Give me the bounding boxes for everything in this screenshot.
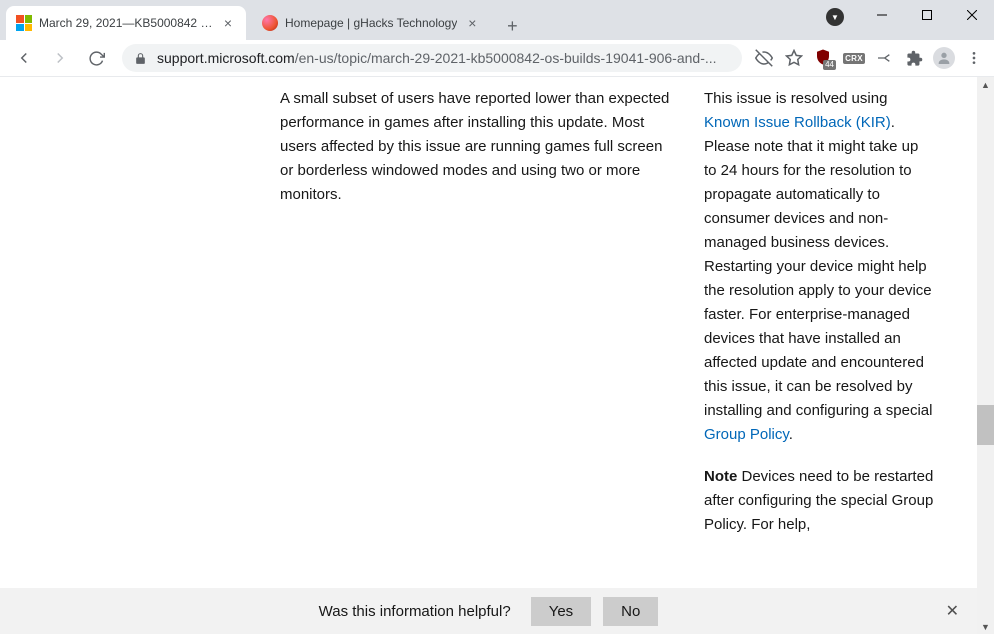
tab-0[interactable]: March 29, 2021—KB5000842 (OS × [6,6,246,40]
tab-title: Homepage | gHacks Technology [285,16,457,30]
feedback-no-button[interactable]: No [603,597,658,626]
new-tab-button[interactable]: + [498,12,526,40]
feedback-question: Was this information helpful? [319,603,511,620]
scroll-down-arrow-icon[interactable]: ▼ [980,621,991,632]
url-text: support.microsoft.com/en-us/topic/march-… [157,50,730,66]
extensions-row: 44 CRX [752,46,986,70]
scroll-up-arrow-icon[interactable]: ▲ [980,79,991,90]
feedback-yes-button[interactable]: Yes [531,597,591,626]
article-note-paragraph: Note Devices need to be restarted after … [704,465,934,537]
close-icon[interactable]: ✕ [946,601,959,621]
bookmark-star-icon[interactable] [782,46,806,70]
tab-1[interactable]: Homepage | gHacks Technology × [252,6,490,40]
page-content: A small subset of users have reported lo… [0,77,994,588]
close-window-button[interactable] [949,0,994,30]
lock-icon [134,52,147,65]
address-bar[interactable]: support.microsoft.com/en-us/topic/march-… [122,44,742,72]
scissor-extension-icon[interactable] [872,46,896,70]
ghacks-favicon [262,15,278,31]
kebab-menu-icon[interactable] [962,46,986,70]
scrollbar-thumb[interactable] [977,405,994,445]
known-issue-rollback-link[interactable]: Known Issue Rollback (KIR) [704,114,891,131]
microsoft-favicon [16,15,32,31]
close-icon[interactable]: × [464,15,480,31]
maximize-button[interactable] [904,0,949,30]
browser-tabstrip: March 29, 2021—KB5000842 (OS × Homepage … [0,0,994,40]
profile-avatar-icon[interactable] [932,46,956,70]
feedback-bar: Was this information helpful? Yes No ✕ [0,588,977,634]
ublock-extension-icon[interactable]: 44 [812,46,836,70]
article-paragraph: This issue is resolved using Known Issue… [704,87,934,447]
article-paragraph: A small subset of users have reported lo… [280,87,674,207]
eye-off-icon[interactable] [752,46,776,70]
forward-button[interactable] [44,42,76,74]
minimize-button[interactable] [859,0,904,30]
reload-button[interactable] [80,42,112,74]
vertical-scrollbar[interactable]: ▲ ▼ [977,77,994,634]
article-right-column: This issue is resolved using Known Issue… [704,87,934,588]
browser-toolbar: support.microsoft.com/en-us/topic/march-… [0,40,994,77]
back-button[interactable] [8,42,40,74]
tab-title: March 29, 2021—KB5000842 (OS [39,16,213,30]
window-controls [859,0,994,30]
article-left-column: A small subset of users have reported lo… [280,87,684,588]
note-label: Note [704,468,737,485]
crx-extension-icon[interactable]: CRX [842,46,866,70]
extensions-puzzle-icon[interactable] [902,46,926,70]
close-icon[interactable]: × [220,15,236,31]
notification-badge-icon[interactable]: ▼ [826,8,844,26]
group-policy-link[interactable]: Group Policy [704,426,789,443]
